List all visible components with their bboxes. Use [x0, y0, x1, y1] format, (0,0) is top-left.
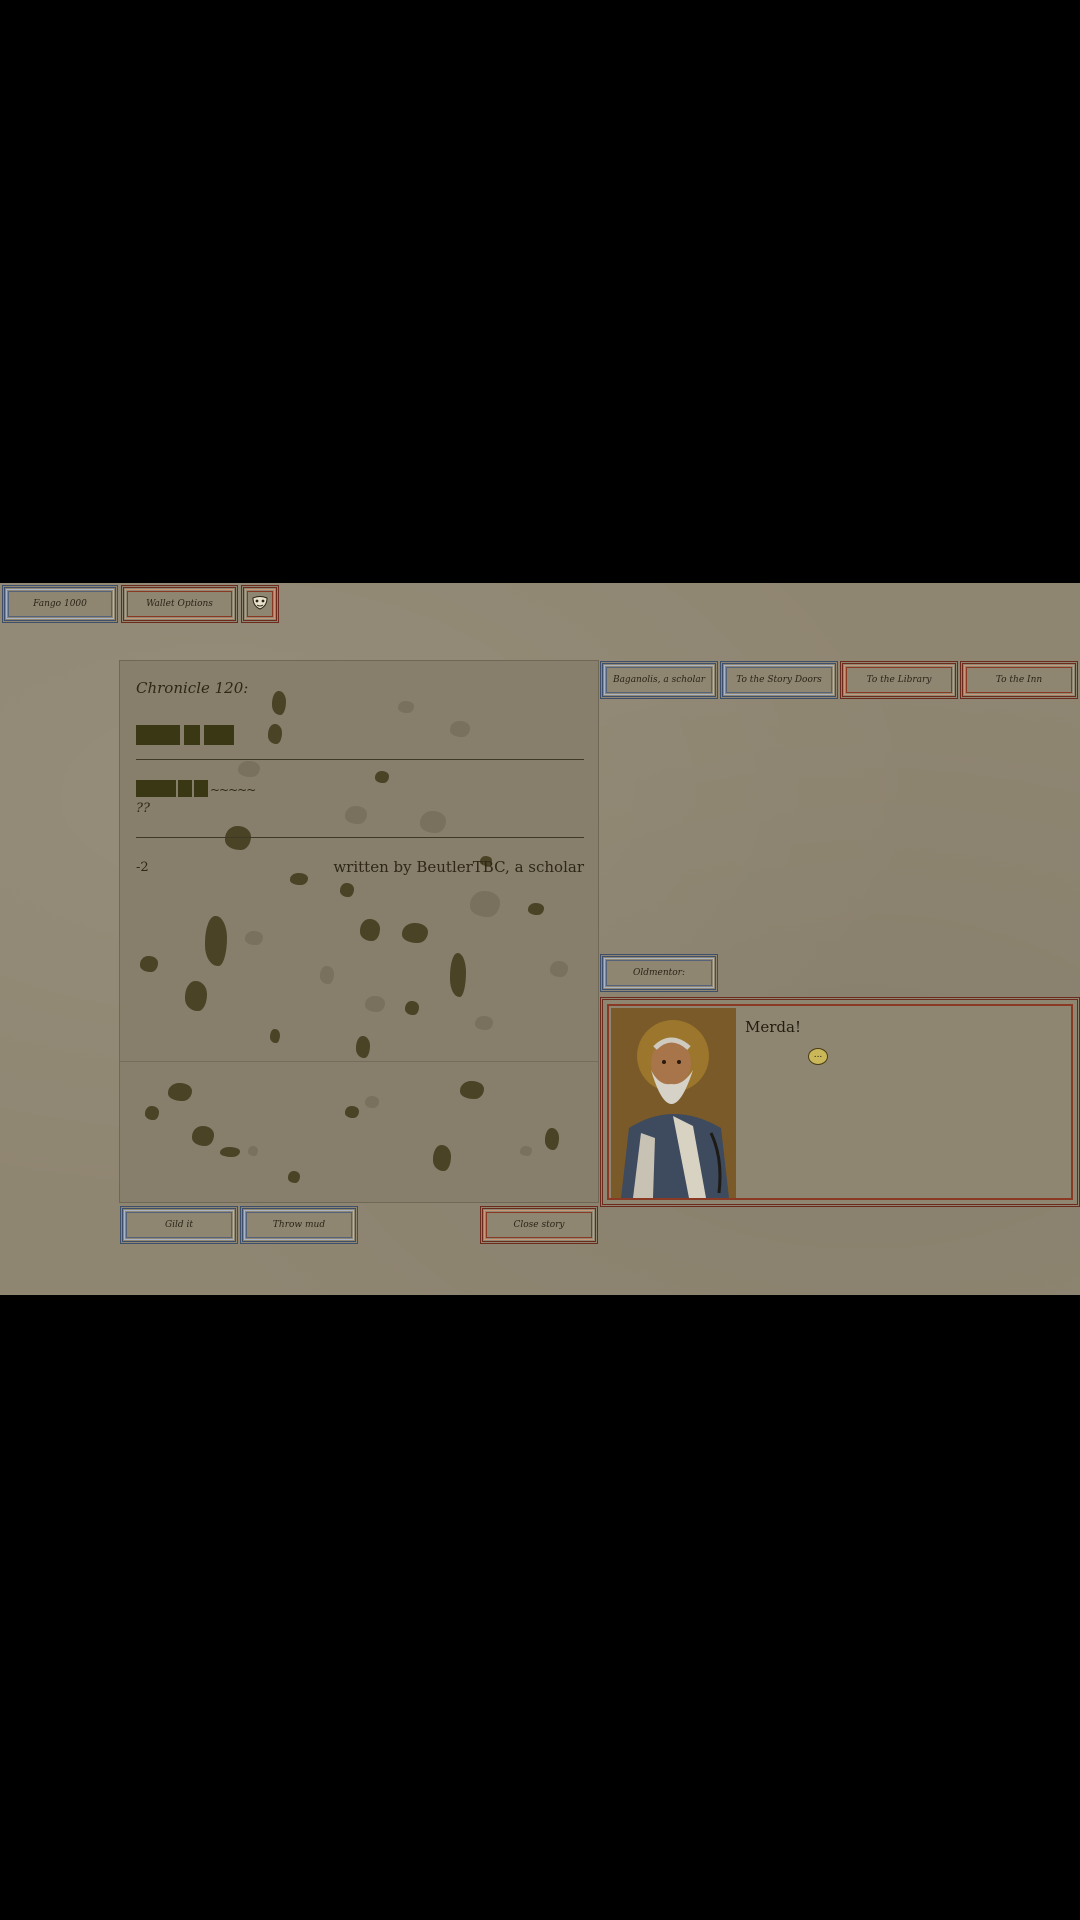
title-rule [136, 759, 584, 760]
close-label: Close story [513, 1220, 565, 1230]
game-stage: Fango 1000 Wallet Options Baganolis, a s… [0, 583, 1080, 1295]
fango-balance-button[interactable]: Fango 1000 [2, 585, 118, 623]
close-story-button[interactable]: Close story [480, 1206, 598, 1244]
gild-label: Gild it [164, 1220, 194, 1230]
story-doors-label: To the Story Doors [736, 675, 822, 685]
mask-button[interactable] [241, 585, 279, 623]
inn-label: To the Inn [995, 675, 1043, 685]
mentor-portrait [611, 1008, 736, 1198]
bubble-text: ... [813, 1050, 823, 1060]
library-label: To the Library [866, 675, 932, 685]
story-panel: Chronicle 120: ~~~~~ ?? -2 written by Be… [119, 660, 599, 1203]
scholar-label: Baganolis, a scholar [612, 675, 706, 685]
theatre-mask-icon [252, 595, 268, 613]
speaker-label: Oldmentor: [632, 968, 686, 978]
library-button[interactable]: To the Library [840, 661, 958, 699]
wallet-label: Wallet Options [146, 599, 213, 609]
chronicle-title: Chronicle 120: [136, 679, 249, 697]
story-rating: -2 [136, 860, 149, 875]
gild-button[interactable]: Gild it [120, 1206, 238, 1244]
speech-bubble-icon[interactable]: ... [808, 1048, 828, 1065]
body-rule [136, 837, 584, 838]
squiggle-text: ~~~~~ [210, 783, 256, 797]
story-byline: written by BeutlerTBC, a scholar [333, 858, 584, 876]
dialog-box: Merda! ... [600, 997, 1080, 1207]
throw-mud-button[interactable]: Throw mud [240, 1206, 358, 1244]
scholar-profile-button[interactable]: Baganolis, a scholar [600, 661, 718, 699]
fango-label: Fango 1000 [33, 599, 87, 609]
inn-button[interactable]: To the Inn [960, 661, 1078, 699]
dialog-line: Merda! [745, 1018, 801, 1036]
story-question: ?? [136, 801, 150, 816]
speaker-tag: Oldmentor: [600, 954, 718, 992]
panel-divider [120, 1061, 598, 1062]
wallet-options-button[interactable]: Wallet Options [121, 585, 238, 623]
mud-label: Throw mud [272, 1220, 326, 1230]
story-doors-button[interactable]: To the Story Doors [720, 661, 838, 699]
